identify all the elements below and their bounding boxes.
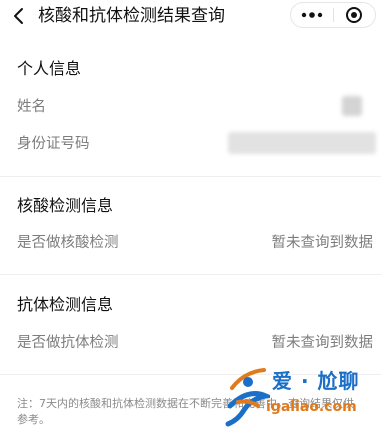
watermark-url: igaliao.com [266, 399, 357, 415]
section-divider [0, 176, 381, 177]
section-divider [0, 274, 381, 275]
name-label: 姓名 [17, 99, 46, 115]
close-miniprogram-button[interactable] [333, 3, 375, 27]
id-number-label: 身份证号码 [17, 136, 90, 152]
page-title: 核酸和抗体检测结果查询 [38, 6, 225, 26]
antibody-info-title: 抗体检测信息 [17, 295, 114, 314]
chevron-left-icon [14, 8, 23, 24]
antibody-question-label: 是否做抗体检测 [17, 335, 119, 351]
nucleic-question-label: 是否做核酸检测 [17, 235, 119, 251]
name-redacted [342, 96, 362, 116]
antibody-result-value: 暂未查询到数据 [271, 335, 374, 351]
more-dots-icon [301, 12, 322, 18]
nucleic-result-value: 暂未查询到数据 [271, 235, 374, 251]
miniprogram-close-icon [346, 7, 363, 23]
back-button[interactable] [6, 3, 32, 29]
miniprogram-capsule [290, 2, 376, 28]
id-number-redacted [228, 132, 376, 154]
watermark-brand: 爱 · 尬聊 [272, 369, 360, 393]
more-button[interactable] [291, 3, 333, 27]
watermark-logo [225, 368, 270, 427]
nucleic-info-title: 核酸检测信息 [17, 196, 114, 215]
navigation-bar: 核酸和抗体检测结果查询 [0, 0, 381, 34]
personal-info-title: 个人信息 [17, 59, 82, 78]
